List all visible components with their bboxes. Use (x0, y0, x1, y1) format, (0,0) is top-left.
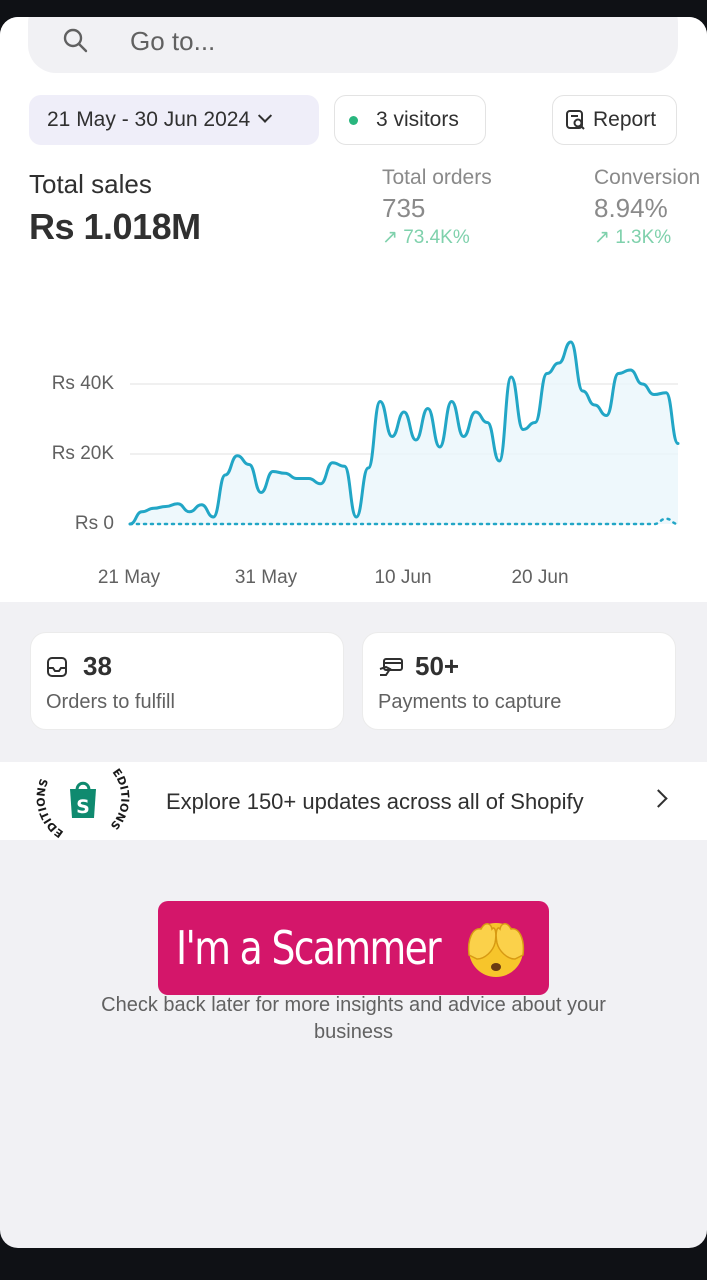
report-icon (566, 110, 585, 130)
total-orders-value: 735 (382, 193, 426, 223)
payments-to-capture-count: 50+ (415, 651, 460, 681)
empty-state-line-2: business (314, 1021, 393, 1043)
total-orders-label: Total orders (382, 166, 492, 189)
orders-to-fulfill-label: Orders to fulfill (46, 691, 175, 713)
conversion-trend: ↗ 1.3K% (594, 227, 672, 248)
total-orders-trend: ↗ 73.4K% (382, 227, 470, 248)
live-visitors-button[interactable]: 3 visitors (334, 95, 486, 145)
y-tick-label: Rs 0 (74, 513, 114, 534)
editions-banner[interactable]: EDITIONS EDITIONS S Explore 150+ updates… (0, 762, 707, 840)
svg-text:EDITIONS: EDITIONS (108, 766, 132, 832)
x-tick-label: 20 Jun (511, 567, 569, 588)
face-covering-eyes-emoji (467, 923, 525, 977)
x-tick-label: 21 May (97, 567, 161, 588)
payment-icon (379, 658, 403, 676)
date-range-selector[interactable]: 21 May - 30 Jun 2024 (29, 95, 319, 145)
visitors-label: 3 visitors (376, 108, 459, 131)
svg-text:S: S (76, 796, 90, 818)
editions-text: Explore 150+ updates across all of Shopi… (166, 789, 584, 814)
conversion-metric[interactable]: Conversion 8.94% ↗ 1.3K% (594, 166, 700, 249)
total-sales-value: Rs 1.018M (29, 206, 201, 247)
total-orders-metric[interactable]: Total orders 735 ↗ 73.4K% (382, 166, 492, 249)
chevron-down-icon (258, 108, 273, 123)
search-bar[interactable]: Go to... (28, 17, 678, 73)
report-button[interactable]: Report (552, 95, 677, 145)
story-text-sticker: I'm a Scammer (158, 901, 549, 995)
y-tick-label: Rs 20K (51, 443, 114, 464)
x-tick-label: 31 May (234, 567, 298, 588)
shopify-editions-logo: EDITIONS EDITIONS S (34, 766, 132, 840)
app-screen: Go to... 21 May - 30 Jun 2024 3 visitors… (0, 17, 707, 1248)
empty-state-message: Check back later for more insights and a… (0, 992, 707, 1046)
payments-to-capture-card[interactable]: 50+ Payments to capture (362, 632, 676, 730)
live-dot-icon (349, 115, 358, 125)
orders-to-fulfill-count: 38 (83, 651, 112, 681)
total-sales-label: Total sales (29, 169, 152, 199)
task-cards: 38 Orders to fulfill 50+ Payments to cap… (0, 632, 707, 732)
bottom-bar (0, 1248, 707, 1280)
sticker-text: I'm a Scammer (176, 921, 442, 975)
x-tick-label: 10 Jun (374, 567, 432, 588)
date-range-label: 21 May - 30 Jun 2024 (47, 108, 251, 131)
total-sales-metric[interactable]: Total sales Rs 1.018M (29, 169, 201, 248)
y-tick-label: Rs 40K (51, 373, 114, 394)
payments-to-capture-label: Payments to capture (378, 691, 562, 713)
conversion-value: 8.94% (594, 193, 668, 223)
search-placeholder: Go to... (130, 26, 216, 56)
orders-to-fulfill-card[interactable]: 38 Orders to fulfill (30, 632, 344, 730)
analytics-card: Go to... 21 May - 30 Jun 2024 3 visitors… (0, 17, 707, 602)
empty-state-line-1: Check back later for more insights and a… (101, 994, 606, 1016)
inbox-icon (47, 657, 67, 677)
sales-line-chart[interactable]: Rs 0 Rs 20K Rs 40K 21 May 31 May 10 Jun 20 Jun (0, 302, 707, 602)
conversion-label: Conversion (594, 166, 701, 189)
search-icon (63, 28, 88, 53)
svg-text:EDITIONS: EDITIONS (34, 777, 65, 840)
chart-area-fill (130, 342, 678, 524)
chevron-right-icon (649, 789, 668, 808)
report-label: Report (593, 108, 657, 131)
